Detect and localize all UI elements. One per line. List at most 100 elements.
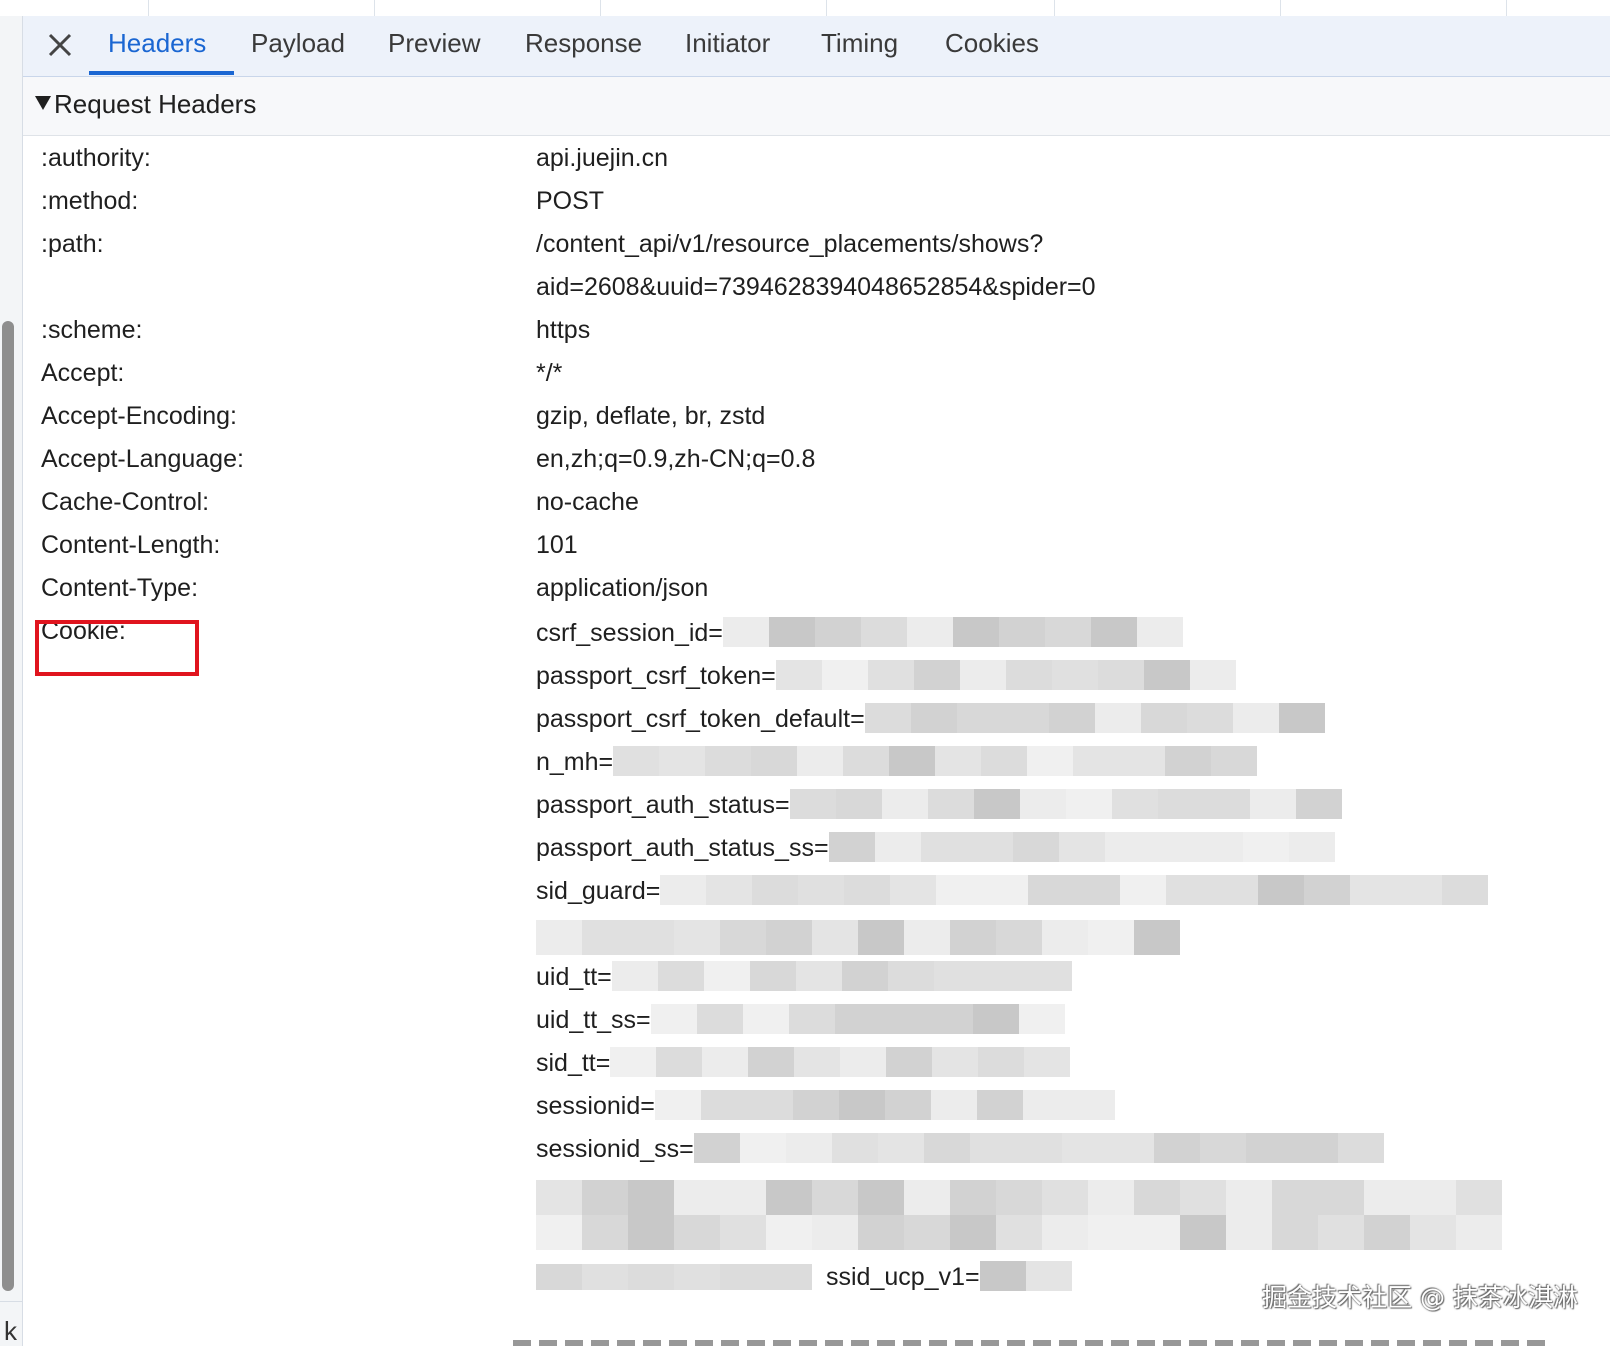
tab-initiator[interactable]: Initiator xyxy=(685,28,770,59)
redaction-pixel xyxy=(935,746,982,776)
redaction-pixel xyxy=(858,920,904,955)
redaction-pixel xyxy=(654,1090,701,1120)
redaction-pixel xyxy=(1442,875,1489,905)
redaction-pixel xyxy=(812,1180,858,1215)
redaction-pixel xyxy=(720,1264,766,1290)
redaction-pixel xyxy=(1058,832,1105,862)
redaction-pixel xyxy=(1027,746,1074,776)
redaction-pixel xyxy=(996,1215,1042,1250)
redaction-pixel xyxy=(706,875,753,905)
redaction-pixel xyxy=(751,746,798,776)
cookie-key: ssid_ucp_v1= xyxy=(826,1263,980,1291)
cookie-entry: n_mh= xyxy=(536,742,1258,782)
active-tab-indicator xyxy=(89,71,234,75)
redaction-pixel xyxy=(1097,660,1144,690)
redacted-value-continuation xyxy=(536,920,1186,955)
redaction-pixel xyxy=(1068,1090,1115,1120)
redaction-pixel xyxy=(956,703,1003,733)
redacted-value-continuation xyxy=(536,1180,1514,1250)
request-headers-section-toggle[interactable]: Request Headers xyxy=(23,77,1610,136)
redaction-pixel xyxy=(1364,1215,1410,1250)
redaction-pixel xyxy=(1272,1180,1318,1215)
redaction-pixel xyxy=(722,617,769,647)
redaction-pixel xyxy=(628,920,674,955)
close-button[interactable] xyxy=(45,30,75,60)
redaction-pixel xyxy=(1088,1215,1134,1250)
column-divider xyxy=(374,0,375,16)
detail-tabbar: Headers Payload Preview Response Initiat… xyxy=(23,16,1610,77)
header-value: application/json xyxy=(536,574,709,602)
redaction-pixel xyxy=(795,961,842,991)
redaction-pixel xyxy=(703,961,750,991)
redaction-pixel xyxy=(659,746,706,776)
redacted-value xyxy=(828,832,1335,862)
redaction-pixel xyxy=(1094,703,1141,733)
redaction-pixel xyxy=(1048,703,1095,733)
section-title: Request Headers xyxy=(54,89,257,119)
header-name: :authority: xyxy=(41,144,151,172)
cookie-entry: passport_auth_status_ss= xyxy=(536,828,1335,868)
redaction-pixel xyxy=(705,746,752,776)
redaction-pixel xyxy=(746,1090,793,1120)
redaction-pixel xyxy=(1304,875,1351,905)
header-value: POST xyxy=(536,187,605,215)
cookie-key: passport_csrf_token= xyxy=(536,662,776,690)
devtools-network-detail: k Headers Payload Preview Response Initi… xyxy=(0,0,1610,1346)
redacted-value xyxy=(613,746,1258,776)
redaction-pixel xyxy=(933,961,980,991)
redaction-pixel xyxy=(582,1215,628,1250)
redaction-pixel xyxy=(959,660,1006,690)
column-divider xyxy=(148,0,149,16)
tab-cookies[interactable]: Cookies xyxy=(945,28,1039,59)
redaction-pixel xyxy=(1226,1180,1272,1215)
redaction-pixel xyxy=(1456,1215,1502,1250)
redaction-pixel xyxy=(1134,920,1180,955)
redaction-pixel xyxy=(874,832,921,862)
redaction-pixel xyxy=(1318,1180,1364,1215)
header-value-continuation: aid=2608&uuid=7394628394048652854&spider… xyxy=(536,273,1096,301)
redaction-pixel xyxy=(775,660,822,690)
gutter-divider xyxy=(0,1301,22,1302)
redaction-pixel xyxy=(611,961,658,991)
redaction-pixel xyxy=(1107,1133,1154,1163)
tab-preview[interactable]: Preview xyxy=(388,28,480,59)
column-divider xyxy=(1280,0,1281,16)
redaction-pixel xyxy=(1074,875,1121,905)
redaction-pixel xyxy=(982,875,1029,905)
redaction-pixel xyxy=(1140,703,1187,733)
redaction-pixel xyxy=(1318,1215,1364,1250)
redacted-value xyxy=(660,875,1489,905)
redacted-value xyxy=(693,1133,1384,1163)
gutter-text: k xyxy=(4,1316,17,1346)
cookie-key: sid_tt= xyxy=(536,1049,611,1077)
tab-payload[interactable]: Payload xyxy=(251,28,345,59)
redaction-pixel xyxy=(973,789,1020,819)
redaction-pixel xyxy=(932,1047,979,1077)
tab-timing[interactable]: Timing xyxy=(821,28,898,59)
redaction-pixel xyxy=(838,1090,885,1120)
tab-headers[interactable]: Headers xyxy=(108,28,206,59)
redaction-pixel xyxy=(536,1215,582,1250)
scrollbar-thumb[interactable] xyxy=(2,321,14,1291)
redaction-pixel xyxy=(1410,1180,1456,1215)
redaction-pixel xyxy=(904,1215,950,1250)
redaction-pixel xyxy=(1180,1180,1226,1215)
cookie-entry: sid_tt= xyxy=(536,1043,1071,1083)
header-name: :method: xyxy=(41,187,139,215)
redaction-pixel xyxy=(1249,789,1296,819)
redaction-pixel xyxy=(1119,746,1166,776)
redaction-pixel xyxy=(884,1090,931,1120)
redaction-pixel xyxy=(650,1004,697,1034)
redaction-pixel xyxy=(1153,1133,1200,1163)
redaction-pixel xyxy=(660,875,707,905)
left-gutter: k xyxy=(0,16,23,1346)
redaction-pixel xyxy=(1022,1090,1069,1120)
redaction-pixel xyxy=(904,920,950,955)
redaction-pixel xyxy=(1015,1133,1062,1163)
cookie-key: sessionid_ss= xyxy=(536,1135,694,1163)
redaction-pixel xyxy=(739,1133,786,1163)
tab-response[interactable]: Response xyxy=(525,28,642,59)
cookie-key: uid_tt_ss= xyxy=(536,1006,651,1034)
redaction-pixel xyxy=(1134,1180,1180,1215)
redaction-pixel xyxy=(864,703,911,733)
